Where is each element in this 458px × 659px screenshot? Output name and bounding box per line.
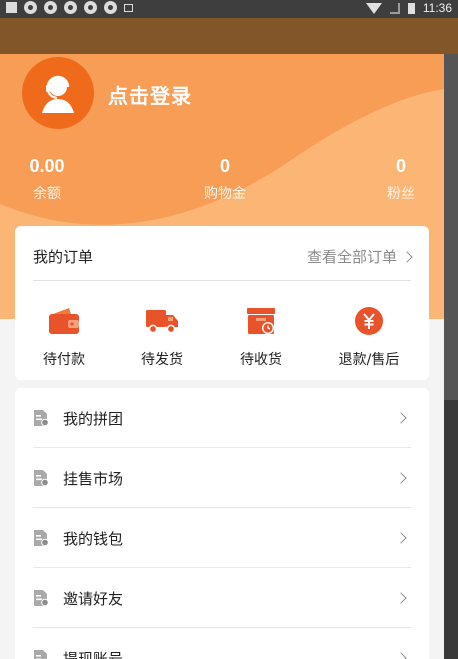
- gear-icon: [44, 1, 57, 14]
- document-icon: [34, 590, 49, 607]
- gear-icon: [64, 1, 77, 14]
- chevron-right-icon: [395, 532, 407, 544]
- chevron-right-icon: [395, 652, 407, 659]
- gear-icon: [104, 1, 117, 14]
- menu-item-label: 我的钱包: [63, 530, 124, 548]
- view-all-orders-label: 查看全部订单: [306, 248, 397, 266]
- app-top-band: [0, 18, 458, 54]
- order-pending-receipt-label: 待收货: [240, 352, 282, 368]
- document-icon: [34, 650, 47, 659]
- side-drawer: 点击登录 0.00 余额 0 购物金 0 粉丝 我的订单 查看全部订单 待付款 …: [0, 54, 444, 659]
- menu-item-my-wallet[interactable]: 我的钱包: [33, 508, 411, 568]
- stat-shopping-credit-value: 0: [219, 156, 230, 176]
- package-clock-icon: [244, 306, 278, 336]
- stat-balance-value: 0.00: [29, 156, 65, 176]
- no-signal-icon: [389, 2, 400, 14]
- yen-circle-icon: [352, 306, 386, 336]
- background-scrim: [444, 54, 458, 659]
- order-pending-receipt[interactable]: 待收货: [216, 306, 306, 369]
- chevron-right-icon: [395, 592, 407, 604]
- stat-fans[interactable]: 0 粉丝: [378, 156, 424, 203]
- menu-item-my-group-buy[interactable]: 我的拼团: [33, 388, 411, 448]
- document-icon: [34, 410, 49, 427]
- stat-balance[interactable]: 0.00 余额: [18, 156, 76, 203]
- chevron-right-icon: [395, 472, 407, 484]
- status-bar-system: 11:36: [365, 0, 452, 16]
- order-refund-aftersales-label: 退款/售后: [338, 352, 400, 368]
- chevron-right-icon: [395, 412, 407, 424]
- login-link[interactable]: 点击登录: [108, 80, 192, 109]
- gear-icon: [24, 1, 37, 14]
- stat-fans-label: 粉丝: [387, 186, 415, 202]
- battery-icon: [407, 2, 415, 14]
- truck-icon: [145, 306, 179, 336]
- gear-icon: [84, 1, 97, 14]
- menu-item-resale-market[interactable]: 挂售市场: [33, 448, 411, 508]
- divider: [33, 280, 411, 281]
- document-icon: [34, 470, 49, 487]
- document-icon: [34, 530, 49, 547]
- menu-item-withdraw-account[interactable]: 提现账号: [33, 628, 411, 659]
- stat-fans-value: 0: [395, 156, 406, 176]
- status-time: 11:36: [422, 1, 452, 15]
- notification-square-icon: [6, 2, 17, 13]
- stat-balance-label: 余额: [33, 186, 61, 202]
- user-headset-icon: [42, 75, 74, 113]
- view-all-orders-link[interactable]: 查看全部订单: [306, 246, 413, 267]
- stat-shopping-credit-label: 购物金: [204, 186, 246, 202]
- orders-card: 我的订单 查看全部订单 待付款 待发货 待收货 退款/售后: [15, 226, 429, 380]
- order-pending-shipment-label: 待发货: [141, 352, 183, 368]
- order-refund-aftersales[interactable]: 退款/售后: [324, 306, 414, 369]
- menu-item-invite-friends[interactable]: 邀请好友: [33, 568, 411, 628]
- wifi-icon: [365, 2, 382, 14]
- chevron-right-icon: [401, 250, 413, 263]
- mail-icon: [124, 3, 133, 12]
- orders-title: 我的订单: [33, 248, 94, 266]
- status-bar: 11:36: [0, 0, 458, 18]
- wallet-icon: [47, 306, 81, 336]
- status-bar-notifications: [6, 1, 133, 14]
- order-pending-shipment[interactable]: 待发货: [117, 306, 207, 369]
- avatar[interactable]: [22, 57, 94, 129]
- menu-list: 我的拼团 挂售市场 我的钱包 邀请好友 提现账号: [15, 388, 429, 659]
- menu-item-label: 提现账号: [63, 650, 124, 659]
- stat-shopping-credit[interactable]: 0 购物金: [190, 156, 260, 203]
- menu-item-label: 邀请好友: [63, 590, 124, 608]
- order-pending-payment[interactable]: 待付款: [19, 306, 109, 369]
- menu-item-label: 挂售市场: [63, 470, 124, 488]
- order-pending-payment-label: 待付款: [43, 352, 85, 368]
- menu-item-label: 我的拼团: [63, 410, 124, 428]
